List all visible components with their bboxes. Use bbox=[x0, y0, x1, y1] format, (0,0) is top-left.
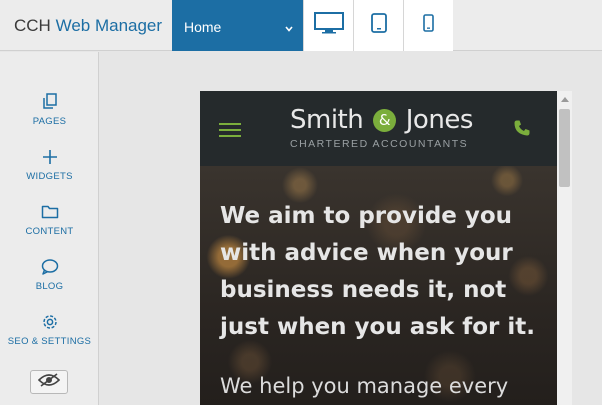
pages-icon bbox=[0, 93, 99, 115]
brand-cch: CCH bbox=[14, 16, 51, 35]
hero-section: We aim to provide you with advice when y… bbox=[200, 166, 557, 405]
mobile-view-button[interactable] bbox=[403, 0, 453, 51]
sidebar-item-widgets[interactable]: WIDGETS bbox=[0, 148, 99, 182]
sidebar-item-label: SEO & SETTINGS bbox=[7, 336, 92, 347]
gear-icon bbox=[0, 313, 99, 335]
logo-smith: Smith bbox=[290, 105, 364, 135]
app-logo: CCH Web Manager bbox=[14, 16, 162, 36]
hero-subline: We help you manage every bbox=[220, 374, 509, 398]
mobile-icon bbox=[423, 14, 434, 37]
page-select-value: Home bbox=[184, 19, 222, 35]
logo-subtitle: CHARTERED ACCOUNTANTS bbox=[290, 138, 469, 150]
sidebar-item-blog[interactable]: BLOG bbox=[0, 258, 99, 292]
sidebar-item-content[interactable]: CONTENT bbox=[0, 203, 99, 237]
tablet-icon bbox=[370, 13, 387, 38]
logo-ampersand: & bbox=[373, 109, 396, 132]
hamburger-menu-icon[interactable] bbox=[219, 123, 241, 137]
logo-jones: Jones bbox=[405, 105, 474, 135]
chevron-down-icon bbox=[285, 20, 293, 36]
chat-bubble-icon bbox=[0, 258, 99, 280]
sidebar-item-pages[interactable]: PAGES bbox=[0, 93, 99, 127]
sidebar-item-label: WIDGETS bbox=[26, 171, 73, 182]
page-select-dropdown[interactable]: Home bbox=[172, 0, 303, 51]
preview-toggle-button[interactable] bbox=[30, 370, 68, 394]
scrollbar-thumb[interactable] bbox=[559, 109, 570, 187]
phone-icon[interactable] bbox=[513, 119, 531, 142]
top-bar: CCH Web Manager Home bbox=[0, 0, 602, 51]
site-logo[interactable]: Smith & Jones bbox=[290, 105, 473, 135]
brand-web-manager: Web Manager bbox=[55, 16, 163, 35]
scroll-up-arrow-icon[interactable] bbox=[561, 97, 569, 102]
plus-icon bbox=[0, 148, 99, 170]
preview-scrollbar[interactable] bbox=[557, 91, 572, 405]
hero-headline: We aim to provide you with advice when y… bbox=[220, 203, 536, 340]
folder-icon bbox=[0, 203, 99, 225]
tablet-view-button[interactable] bbox=[353, 0, 403, 51]
sidebar-item-label: CONTENT bbox=[25, 226, 74, 237]
site-preview[interactable]: Smith & Jones CHARTERED ACCOUNTANTS We a… bbox=[200, 91, 557, 405]
sidebar-item-label: BLOG bbox=[35, 281, 64, 292]
desktop-icon bbox=[313, 12, 344, 39]
sidebar: PAGES WIDGETS CONTENT BLOG SEO & SETTING… bbox=[0, 52, 99, 405]
sidebar-item-seo-settings[interactable]: SEO & SETTINGS bbox=[0, 313, 99, 347]
desktop-view-button[interactable] bbox=[303, 0, 353, 51]
eye-icon bbox=[37, 372, 61, 392]
site-header: Smith & Jones CHARTERED ACCOUNTANTS bbox=[200, 91, 557, 166]
sidebar-item-label: PAGES bbox=[32, 116, 67, 127]
